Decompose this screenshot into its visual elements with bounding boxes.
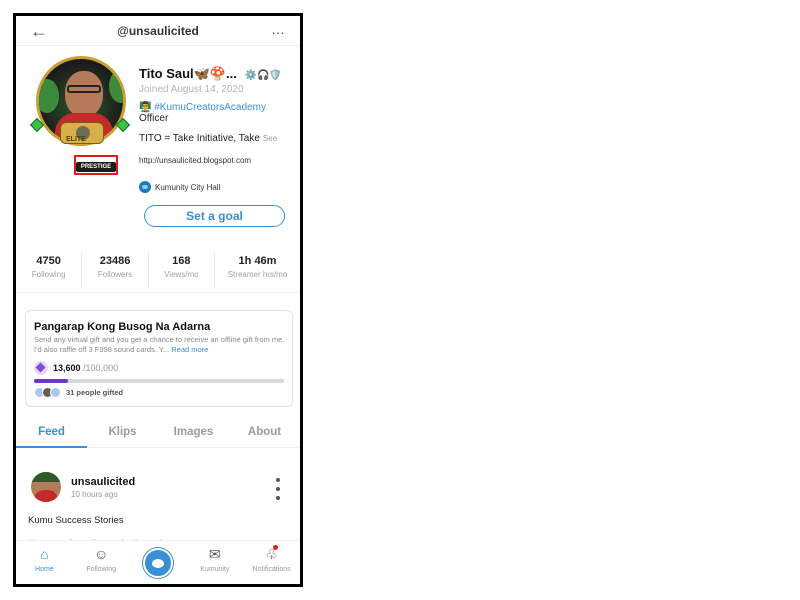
gifter-avatar [50,387,61,398]
goal-description-text: Send any virtual gift and you get a chan… [34,335,285,354]
name-emoji-suffix: 🦋🍄... [193,66,237,81]
gifted-count: 31 people gifted [66,388,124,397]
post-avatar[interactable] [31,472,61,502]
stat-label: Streamer hrs/mo [227,270,288,279]
people-icon: ☺ [94,546,109,562]
diamond-icon [34,361,48,375]
dot [276,496,280,500]
goal-description: Send any virtual gift and you get a chan… [34,335,288,355]
profile-tabs: Feed Klips Images About [16,420,300,448]
stat-value: 23486 [99,255,131,267]
stat-streamer-hours: 1h 46m Streamer hrs/mo [215,252,300,288]
phone-screen: ← @unsaulicited … ELITE PRESTIGE Tito Sa… [13,13,303,587]
nav-following[interactable]: ☺ Following [73,541,130,584]
post-timestamp: 10 hours ago [71,490,118,499]
see-more-link[interactable]: See [263,134,277,143]
set-goal-button[interactable]: Set a goal [144,205,285,227]
dot [276,478,280,482]
more-options-icon[interactable]: … [271,21,286,37]
tab-images[interactable]: Images [158,420,229,447]
nav-label: Kumunity [200,566,230,573]
badge-icons[interactable]: ⚙️🎧🛡️ [245,70,282,81]
profile-link[interactable]: http://unsaulicited.blogspot.com [139,156,251,165]
dot [276,487,280,491]
stat-following[interactable]: 4750 Following [16,252,83,288]
goal-title: Pangarap Kong Busog Na Adarna [34,321,211,333]
gift-goal-card[interactable]: Pangarap Kong Busog Na Adarna Send any v… [25,310,293,407]
gifters-row[interactable]: 31 people gifted [34,387,123,398]
bottom-navigation: ⌂ Home ☺ Following ✉ Kumunity ♧ Notifica… [16,540,300,584]
goal-current: 13,600 [53,363,81,373]
academy-hashtag[interactable]: #KumuCreatorsAcademy [154,102,266,113]
community-row[interactable]: Kumunity City Hall [139,181,220,193]
nav-label: Notifications [252,566,291,573]
profile-name: Tito Saul🦋🍄... ⚙️🎧🛡️ [139,66,299,82]
prestige-badge: PRESTIGE [76,162,116,172]
leaf-decoration [39,79,59,113]
profile-handle: @unsaulicited [117,24,199,38]
bio-text: TITO = Take Initiative, Take See [139,133,277,144]
tab-klips[interactable]: Klips [87,420,158,447]
stat-label: Followers [97,270,133,279]
divider [16,292,300,293]
stat-followers[interactable]: 23486 Followers [82,252,149,288]
stat-value: 168 [172,255,191,267]
home-icon: ⌂ [40,546,49,562]
joined-date: Joined August 14, 2020 [139,84,244,95]
goal-target: /100,000 [83,363,119,373]
post-username[interactable]: unsaulicited [71,476,135,488]
teacher-emoji-icon: 👨‍🏫 [139,102,152,113]
glasses-shape [67,85,101,93]
nav-notifications[interactable]: ♧ Notifications [243,541,300,584]
stats-row: 4750 Following 23486 Followers 168 Views… [16,252,300,288]
nav-center[interactable] [130,541,187,584]
goal-amount: 13,600 /100,000 [53,363,118,373]
profile-avatar[interactable]: ELITE PRESTIGE [29,52,134,175]
bio-content: TITO = Take Initiative, Take [139,133,260,144]
nav-home[interactable]: ⌂ Home [16,541,73,584]
tab-about[interactable]: About [229,420,300,447]
post-menu-icon[interactable] [274,478,282,500]
role-text: Officer [139,113,169,124]
top-bar: ← @unsaulicited … [16,16,300,46]
nav-kumunity[interactable]: ✉ Kumunity [186,541,243,584]
stat-views: 168 Views/mo [149,252,216,288]
goal-progress-bar [34,379,284,383]
community-icon [139,181,151,193]
nav-label: Home [35,566,54,573]
post-text: Kumu Success Stories [28,515,124,526]
stat-value: 4750 [36,255,61,267]
stat-label: Following [31,270,66,279]
avatar-face [65,71,103,117]
academy-line: 👨‍🏫 #KumuCreatorsAcademy [139,102,266,113]
stat-value: 1h 46m [238,255,277,267]
read-more-link[interactable]: Read more [171,345,208,354]
tab-feed[interactable]: Feed [16,420,87,448]
goal-progress-fill [34,379,68,383]
stat-label: Views/mo [164,270,199,279]
community-name: Kumunity City Hall [155,182,221,192]
kumu-logo-icon [142,548,173,578]
chat-icon: ✉ [208,546,221,562]
leaf-decoration [109,69,123,103]
nav-label: Following [86,566,116,573]
name-text: Tito Saul [139,66,194,81]
elite-label: ELITE [66,136,86,143]
